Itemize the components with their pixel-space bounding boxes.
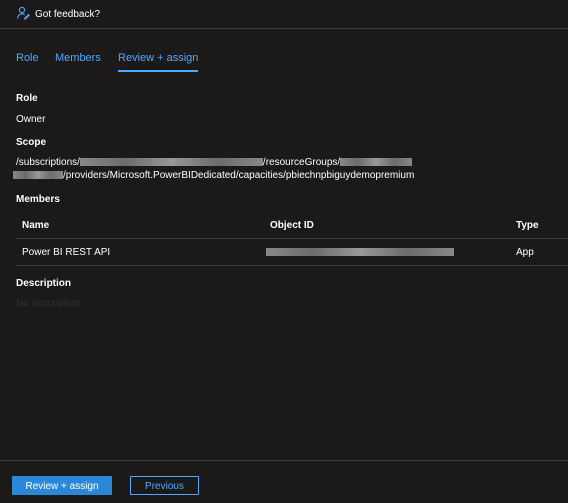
table-row[interactable]: Power BI REST API App [16,239,568,266]
redacted-object-id [266,248,454,256]
feedback-label[interactable]: Got feedback? [35,9,100,20]
feedback-person-icon [16,6,30,20]
scope-heading: Scope [16,137,47,148]
member-name: Power BI REST API [22,247,111,258]
scope-resourcegroups-text: /resourceGroups/ [262,157,341,168]
description-value: No description [16,298,80,309]
feedback-bar[interactable]: Got feedback? [0,0,568,29]
tab-members[interactable]: Members [55,52,101,64]
description-heading: Description [16,278,72,289]
role-heading: Role [16,93,38,104]
members-heading: Members [16,194,60,205]
redacted-subscription-id [79,158,263,166]
review-assign-page: Got feedback? Role Members Review + assi… [0,0,568,503]
tab-role[interactable]: Role [16,52,39,64]
redacted-resource-group-part-1 [340,158,413,166]
members-table: Name Object ID Type Power BI REST API Ap… [16,212,568,266]
review-assign-button[interactable]: Review + assign [12,476,112,495]
member-type: App [516,247,534,258]
member-object-id [266,247,454,258]
scope-line-2: /providers/Microsoft.PowerBIDedicated/ca… [13,170,415,181]
scope-line-1: /subscriptions/ /resourceGroups/ [16,157,413,168]
column-header-type: Type [516,220,539,231]
column-header-object-id: Object ID [270,220,314,231]
table-header: Name Object ID Type [16,212,568,239]
column-header-name: Name [22,220,50,231]
redacted-resource-group-part-2 [13,171,63,179]
tab-review-assign[interactable]: Review + assign [118,52,199,72]
footer-bar: Review + assign Previous [0,460,568,503]
previous-button[interactable]: Previous [130,476,199,495]
scope-providers-text: /providers/Microsoft.PowerBIDedicated/ca… [63,170,415,181]
scope-subscriptions-prefix: /subscriptions/ [16,157,80,168]
role-value: Owner [16,114,46,125]
